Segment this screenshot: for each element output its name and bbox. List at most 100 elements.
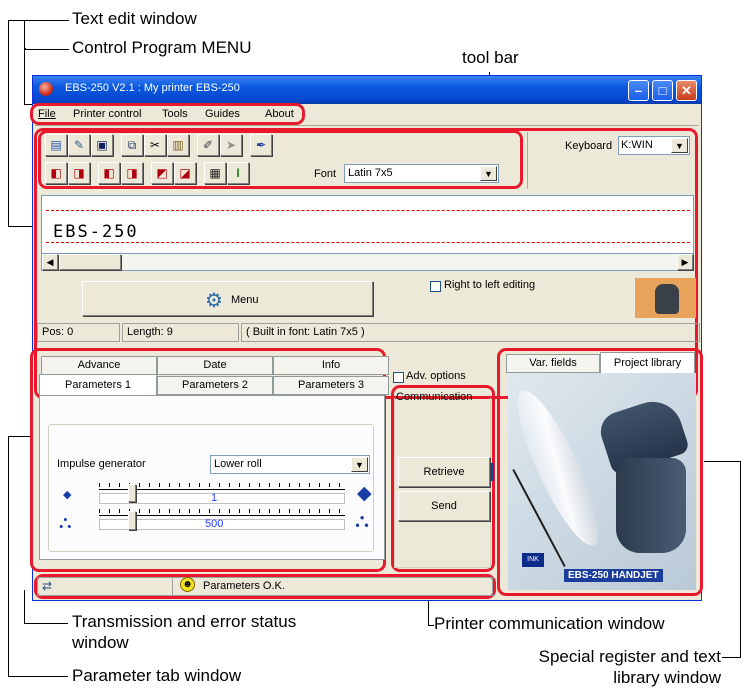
slider-tick	[159, 509, 160, 513]
send-arrow-icon[interactable]: ➤	[220, 134, 242, 156]
text-editor[interactable]: EBS-250	[41, 195, 694, 253]
slider-2[interactable]: 500	[99, 509, 345, 531]
chevron-down-icon: ▼	[351, 457, 368, 472]
slider-1-value: 1	[211, 492, 218, 504]
slider-tick	[219, 483, 220, 487]
slider-tick	[209, 509, 210, 513]
slider-tick	[249, 509, 250, 513]
slider-tick	[259, 483, 260, 487]
callout-transmission-line1: Transmission and error status	[72, 612, 297, 631]
callout-special-register: Special register and text library window	[485, 646, 721, 688]
close-button[interactable]: ✕	[676, 80, 697, 101]
text-cursor-icon[interactable]: I	[227, 162, 249, 184]
retrieve-button[interactable]: Retrieve	[398, 457, 490, 487]
slider-tick	[269, 509, 270, 513]
tab-var-fields[interactable]: Var. fields	[506, 354, 600, 373]
maximize-button[interactable]: □	[652, 80, 673, 101]
status-divider	[172, 578, 173, 595]
editor-text: EBS-250	[53, 222, 139, 242]
slider-tick	[179, 483, 180, 487]
pen-icon[interactable]: ✒	[250, 134, 272, 156]
slider-tick	[319, 483, 320, 487]
barcode-icon[interactable]: ▦	[204, 162, 226, 184]
font-select[interactable]: Latin 7x5 ▼	[344, 164, 499, 183]
page-delete-icon[interactable]: ◪	[174, 162, 196, 184]
handjet-icon	[655, 284, 679, 314]
page-prev-icon[interactable]: ◧	[45, 162, 67, 184]
slider-tick	[109, 483, 110, 487]
title-bar[interactable]: EBS-250 V2.1 : My printer EBS-250 – □ ✕	[33, 76, 701, 104]
open-file-icon[interactable]: ✎	[68, 134, 90, 156]
feather-graphic	[503, 382, 613, 554]
tab-parameters-3[interactable]: Parameters 3	[273, 376, 389, 395]
callout-printer-communication: Printer communication window	[434, 614, 665, 633]
paste-icon[interactable]: ▥	[167, 134, 189, 156]
page-next-icon[interactable]: ◨	[68, 162, 90, 184]
copy-icon[interactable]: ⧉	[121, 134, 143, 156]
impulse-generator-select[interactable]: Lower roll ▼	[210, 455, 370, 474]
retrieve-indicator	[491, 463, 494, 481]
slider-1-thumb[interactable]	[128, 484, 136, 502]
send-button[interactable]: Send	[398, 491, 490, 521]
product-caption: EBS-250 HANDJET	[564, 569, 663, 582]
slider-tick	[239, 483, 240, 487]
transmission-icon: ⇄	[42, 579, 53, 593]
slider-tick	[299, 483, 300, 487]
tab-info[interactable]: Info	[273, 356, 389, 375]
tab-project-library[interactable]: Project library	[600, 352, 695, 374]
slider-tick	[239, 509, 240, 513]
save-icon[interactable]: ▣	[91, 134, 113, 156]
slider-tick	[219, 509, 220, 513]
menu-button[interactable]: ⚙ Menu	[82, 281, 373, 316]
right-to-left-label: Right to left editing	[444, 279, 536, 291]
right-to-left-checkbox[interactable]	[430, 281, 441, 292]
adv-options-checkbox[interactable]	[393, 372, 404, 383]
window-title: EBS-250 V2.1 : My printer EBS-250	[65, 82, 240, 94]
callout-special-line1: Special register and text	[538, 647, 721, 666]
slider-2-thumb[interactable]	[128, 511, 136, 530]
slider-tick	[149, 483, 150, 487]
slider-1[interactable]: 1	[99, 483, 345, 504]
minimize-button[interactable]: –	[628, 80, 649, 101]
status-bar: ⇄ ☻ Parameters O.K.	[37, 577, 493, 596]
font-label: Font	[314, 168, 337, 180]
tab-parameters-1[interactable]: Parameters 1	[39, 374, 157, 396]
slider-tick	[189, 509, 190, 513]
leader-line	[24, 590, 25, 624]
cut-icon[interactable]: ✂	[144, 134, 166, 156]
slider-tick	[299, 509, 300, 513]
callout-parameter-tab: Parameter tab window	[72, 666, 242, 685]
status-font-info: ( Built in font: Latin 7x5 )	[241, 323, 700, 342]
callout-control-program-menu: Control Program MENU	[72, 38, 252, 57]
page-insert-icon[interactable]: ◩	[151, 162, 173, 184]
print-icon[interactable]: ✐	[197, 134, 219, 156]
callout-tool-bar: tool bar	[462, 48, 519, 67]
new-file-icon[interactable]: ▤	[45, 134, 67, 156]
callout-transmission-status: Transmission and error status window	[72, 611, 296, 653]
leader-line	[24, 49, 69, 50]
page-last-icon[interactable]: ◨	[121, 162, 143, 184]
keyboard-select-value: K:WIN	[621, 139, 653, 151]
tab-parameters-2[interactable]: Parameters 2	[157, 376, 273, 395]
font-select-value: Latin 7x5	[348, 167, 393, 179]
scroll-thumb[interactable]	[59, 254, 121, 270]
app-window: EBS-250 V2.1 : My printer EBS-250 – □ ✕ …	[30, 75, 703, 601]
slider-2-value: 500	[205, 518, 224, 530]
tab-date[interactable]: Date	[157, 356, 273, 375]
slider-tick	[109, 509, 110, 513]
keyboard-select[interactable]: K:WIN ▼	[618, 136, 690, 155]
leader-line	[704, 461, 741, 462]
impulse-select-value: Lower roll	[214, 458, 262, 470]
smiley-icon: ☻	[180, 577, 195, 592]
status-length: Length: 9	[122, 323, 239, 342]
scroll-left-button[interactable]: ◀	[42, 254, 58, 270]
page-first-icon[interactable]: ◧	[98, 162, 120, 184]
leader-line	[24, 20, 25, 48]
scroll-right-button[interactable]: ▶	[677, 254, 693, 270]
slider-tick	[329, 509, 330, 513]
horizontal-scrollbar[interactable]: ◀ ▶	[41, 253, 694, 271]
leader-line	[8, 436, 32, 437]
ink-bottle: INK	[522, 553, 544, 567]
leader-line	[8, 20, 9, 227]
tab-advance[interactable]: Advance	[41, 356, 157, 375]
